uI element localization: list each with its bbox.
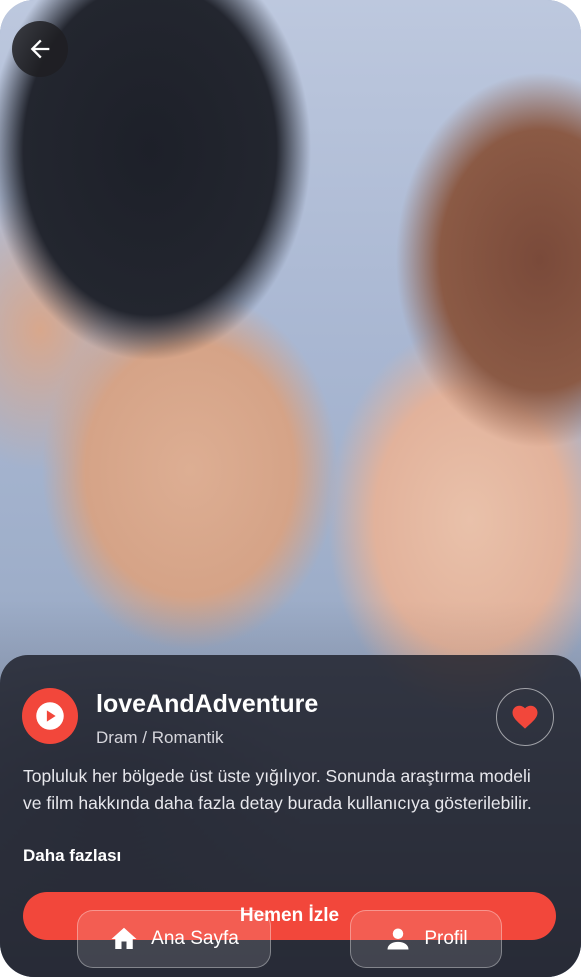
movie-genre: Dram / Romantik (96, 728, 224, 747)
read-more-link[interactable]: Daha fazlası (23, 846, 121, 866)
movie-detail-screen: loveAndAdventure Dram / Romantik Toplulu… (0, 0, 581, 977)
play-circle-icon (36, 702, 64, 730)
movie-title: loveAndAdventure (96, 690, 319, 718)
home-icon (111, 927, 137, 949)
nav-profile-button[interactable]: Profil (350, 910, 502, 968)
arrow-left-icon (30, 39, 50, 59)
nav-profile-label: Profil (424, 928, 468, 949)
play-badge[interactable] (22, 688, 78, 744)
favorite-button[interactable] (496, 688, 554, 746)
person-icon (387, 928, 409, 950)
heart-icon (512, 705, 538, 729)
nav-home-button[interactable]: Ana Sayfa (77, 910, 271, 968)
nav-home-label: Ana Sayfa (151, 928, 239, 949)
back-button[interactable] (12, 21, 68, 77)
movie-description: Topluluk her bölgede üst üste yığılıyor.… (23, 766, 532, 813)
